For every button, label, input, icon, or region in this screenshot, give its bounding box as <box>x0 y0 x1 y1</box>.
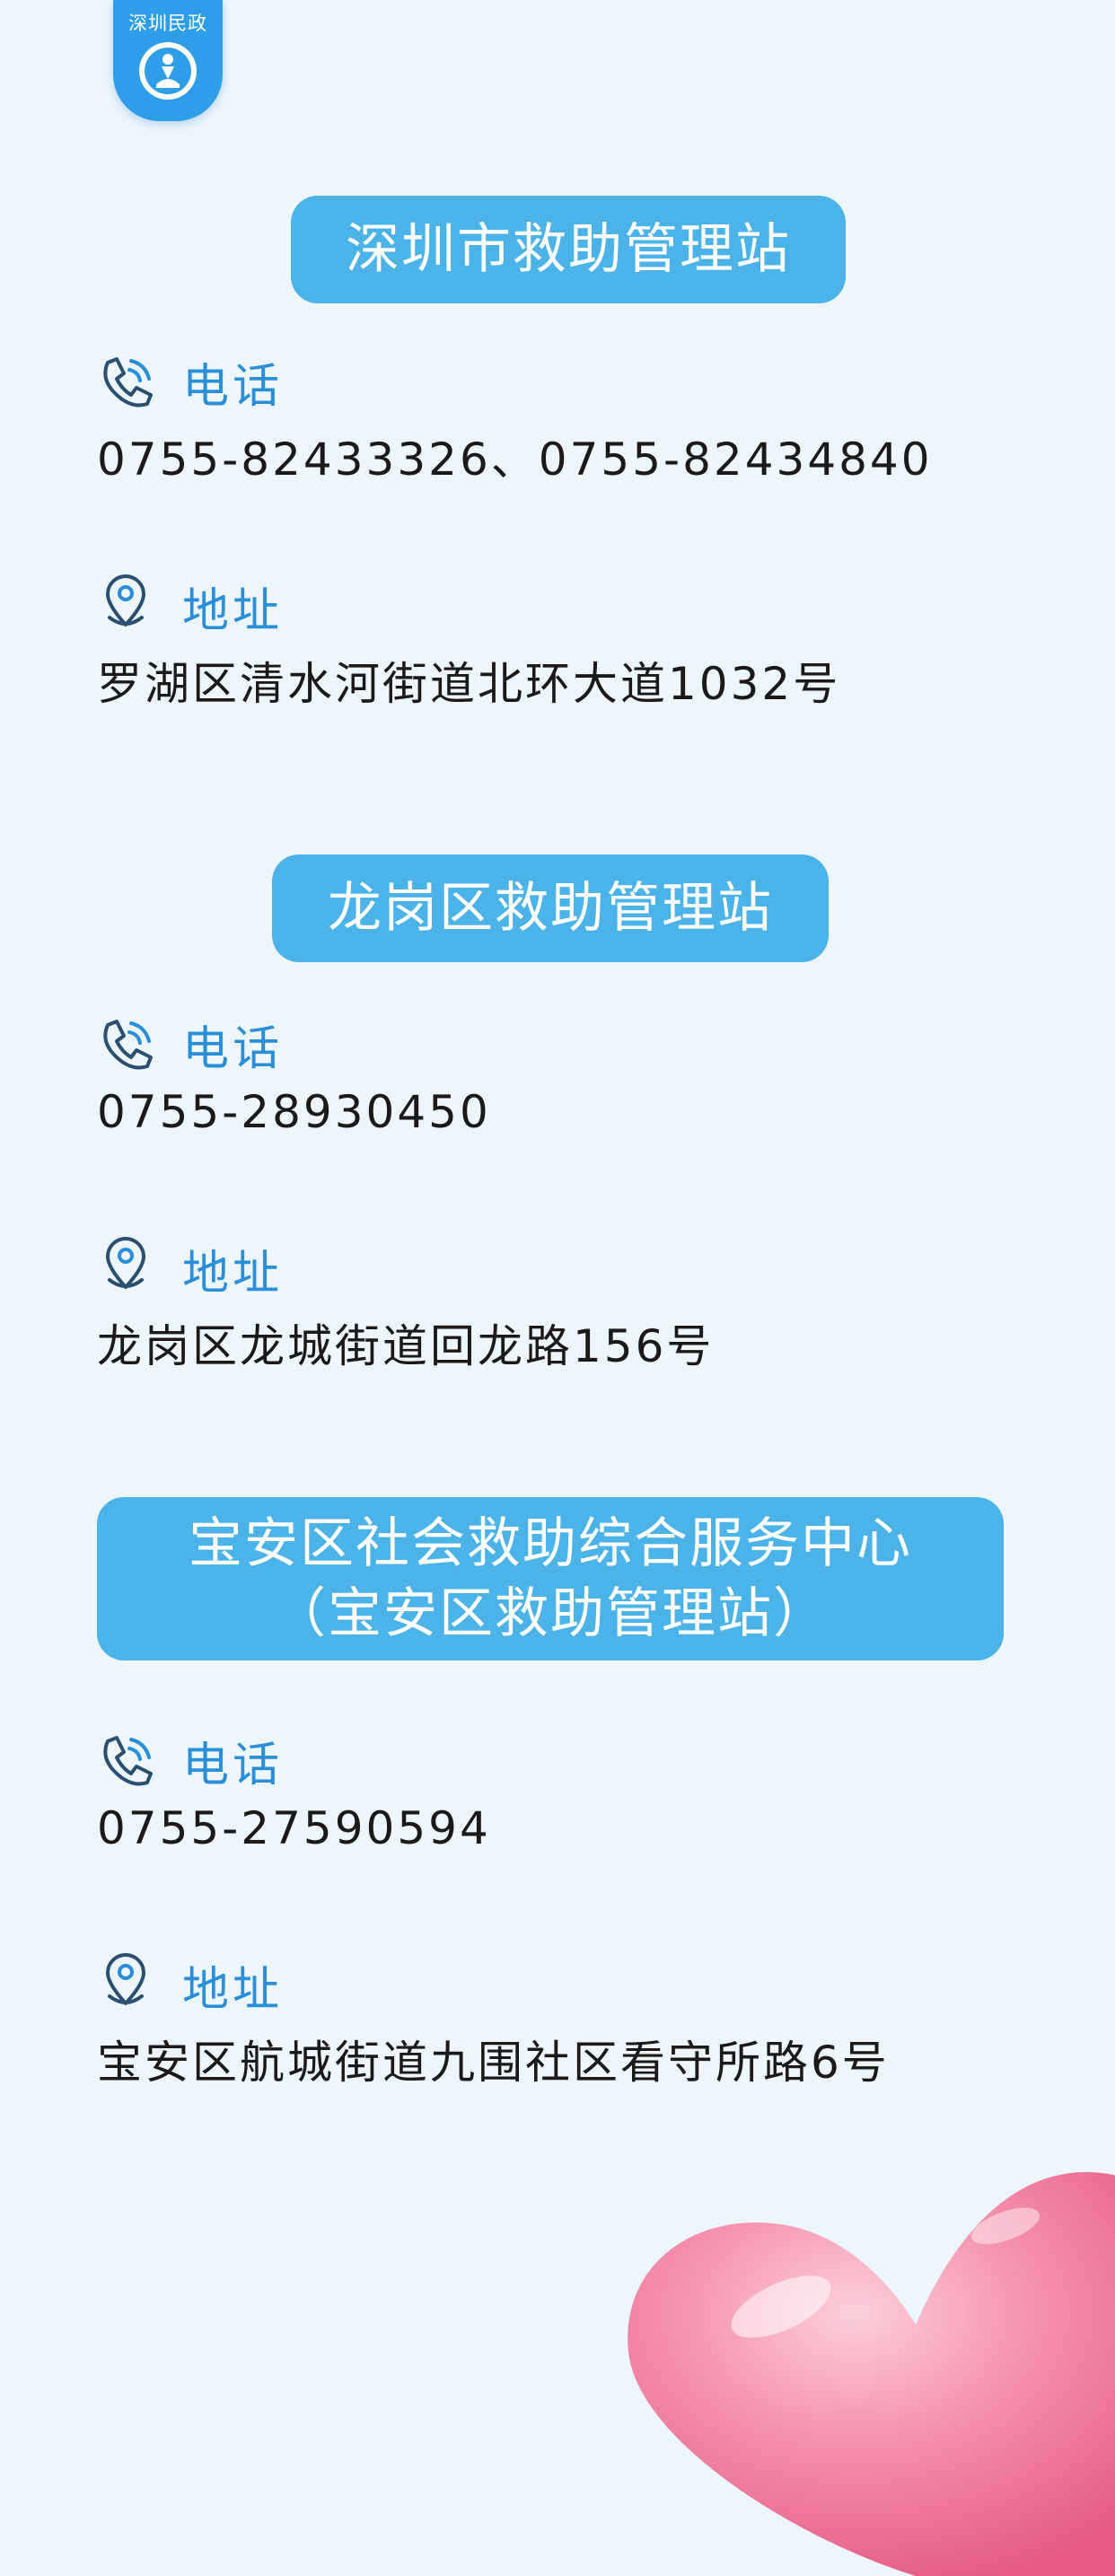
station-title-shenzhen: 深圳市救助管理站 <box>291 196 846 303</box>
location-pin-icon <box>106 1237 145 1289</box>
location-pin-icon <box>106 1953 145 2005</box>
station-title-baoan: 宝安区社会救助综合服务中心 （宝安区救助管理站） <box>97 1497 1004 1660</box>
station-title-longgang: 龙岗区救助管理站 <box>272 854 829 962</box>
phone-value: 0755-82433326、0755-82434840 <box>97 434 933 486</box>
address-value: 宝安区航城街道九围社区看守所路6号 <box>97 2037 890 2089</box>
address-label: 地址 <box>182 1963 284 2017</box>
station-title-line1: 宝安区社会救助综合服务中心 <box>189 1512 912 1575</box>
phone-icon <box>103 1020 153 1070</box>
address-value: 罗湖区清水河街道北环大道1032号 <box>97 658 841 710</box>
phone-label: 电话 <box>182 1022 284 1076</box>
heart-decoration <box>628 2172 1115 2576</box>
address-value: 龙岗区龙城街道回龙路156号 <box>97 1320 715 1372</box>
phone-label: 电话 <box>182 1739 284 1792</box>
station-title-line2: （宝安区救助管理站） <box>272 1582 829 1645</box>
phone-value: 0755-27590594 <box>97 1802 491 1854</box>
logo-text: 深圳民政 <box>128 13 207 34</box>
address-label: 地址 <box>182 584 284 638</box>
phone-value: 0755-28930450 <box>97 1086 491 1138</box>
phone-label: 电话 <box>182 360 284 414</box>
logo-emblem-icon <box>139 42 197 100</box>
logo-badge: 深圳民政 <box>113 0 223 121</box>
phone-icon <box>103 357 153 407</box>
address-label: 地址 <box>182 1247 284 1301</box>
location-pin-icon <box>106 574 145 626</box>
phone-icon <box>103 1736 153 1786</box>
